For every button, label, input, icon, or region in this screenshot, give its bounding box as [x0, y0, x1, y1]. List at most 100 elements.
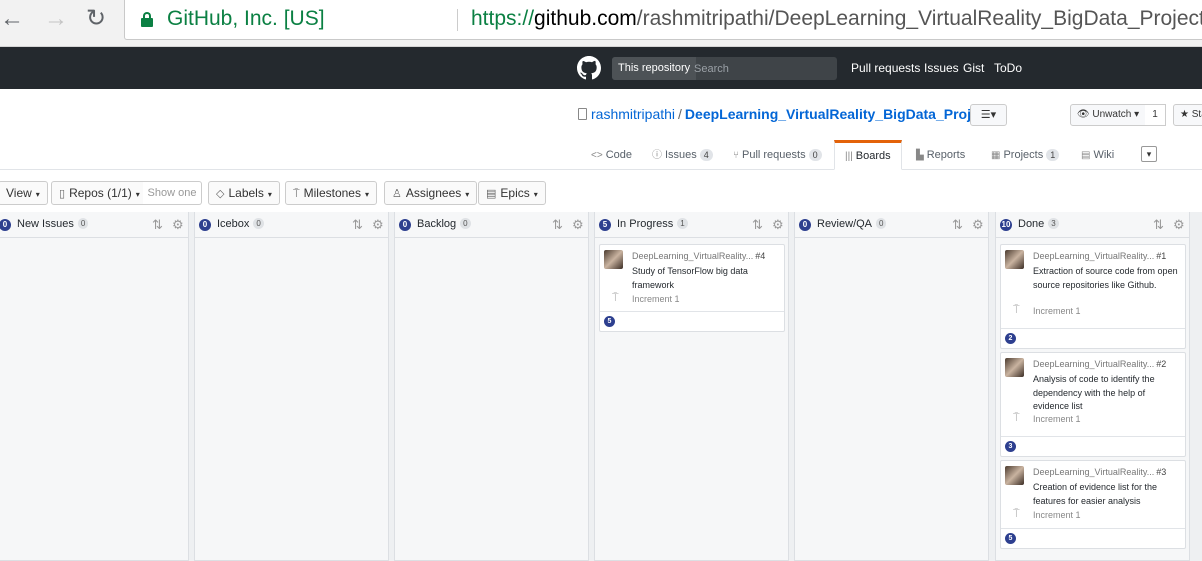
column-header[interactable]: 0 Review/QA 0 ⇅ ⚙ [795, 212, 988, 238]
column-title: Review/QA [817, 218, 873, 230]
sort-icon[interactable]: ⇅ [352, 217, 363, 233]
gear-icon[interactable]: ⚙ [172, 217, 184, 233]
repos-dropdown[interactable]: ▯ Repos (1/1) ▾ [51, 181, 144, 205]
tab-code[interactable]: <> Code [591, 140, 632, 170]
gear-icon[interactable]: ⚙ [972, 217, 984, 233]
sort-icon[interactable]: ⇅ [752, 217, 763, 233]
column-title: Icebox [217, 218, 250, 230]
sort-icon[interactable]: ⇅ [152, 217, 163, 233]
column-header[interactable]: 5 In Progress 1 ⇅ ⚙ [595, 212, 788, 238]
back-button[interactable]: ← [0, 7, 24, 31]
column-title: In Progress [617, 218, 674, 230]
header-link-issues[interactable]: Issues [924, 61, 959, 75]
board-icon: ||| [845, 151, 853, 162]
card-issue-number: #1 [1156, 251, 1167, 261]
card-footer: 5 [600, 311, 784, 331]
card-title[interactable]: Study of TensorFlow big data framework [632, 265, 777, 292]
search-scope-label[interactable]: This repository [612, 57, 697, 80]
watch-count[interactable]: 1 [1145, 104, 1166, 126]
avatar[interactable] [604, 250, 623, 269]
milestones-dropdown[interactable]: ⍑ Milestones ▾ [285, 181, 377, 205]
card-footer: 2 [1001, 328, 1185, 348]
column-issue-count: 1 [677, 218, 688, 229]
gear-icon[interactable]: ⚙ [772, 217, 784, 233]
column-header[interactable]: 0 Icebox 0 ⇅ ⚙ [195, 212, 388, 238]
issue-card[interactable]: DeepLearning_VirtualReality... #2 Analysis… [1000, 352, 1186, 457]
tab-pull-requests[interactable]: ⑂ Pull requests 0 [733, 140, 822, 170]
unwatch-button[interactable]: 👁 Unwatch ▾ [1070, 104, 1146, 126]
card-title[interactable]: Creation of evidence list for the featur… [1033, 481, 1178, 508]
code-icon: <> [591, 150, 603, 161]
tab-projects[interactable]: ▦ Projects 1 [991, 140, 1060, 170]
column-header[interactable]: 0 New Issues 0 ⇅ ⚙ [0, 212, 188, 238]
card-title[interactable]: Analysis of code to identify the depende… [1033, 373, 1178, 414]
repo-owner-link[interactable]: rashmitripathi [591, 106, 675, 122]
estimate-badge[interactable]: 5 [1005, 533, 1016, 544]
issues-count: 4 [699, 149, 713, 161]
column-points-badge: 0 [0, 219, 11, 231]
graph-icon: ▙ [916, 150, 924, 161]
gear-icon[interactable]: ⚙ [372, 217, 384, 233]
card-milestone[interactable]: Increment 1 [1033, 510, 1081, 520]
avatar[interactable] [1005, 466, 1024, 485]
tab-wiki[interactable]: ▤ Wiki [1081, 140, 1114, 170]
header-link-todo[interactable]: ToDo [994, 61, 1022, 75]
issue-card[interactable]: DeepLearning_VirtualReality... #3 Creation… [1000, 460, 1186, 549]
estimate-badge[interactable]: 3 [1005, 441, 1016, 452]
assignees-dropdown[interactable]: ♙ Assignees ▾ [384, 181, 478, 205]
estimate-badge[interactable]: 5 [604, 316, 615, 327]
issue-card[interactable]: DeepLearning_VirtualReality... #4 Study of… [599, 244, 785, 332]
show-one-button[interactable]: Show one [143, 181, 202, 205]
estimate-badge[interactable]: 2 [1005, 333, 1016, 344]
repo-nav: <> Code ⓘ Issues 4 ⑂ Pull requests 0 ||| Board… [0, 140, 1202, 170]
gear-icon[interactable]: ⚙ [1173, 217, 1185, 233]
column-title: Done [1018, 218, 1045, 230]
reload-button[interactable]: ↻ [86, 7, 106, 31]
star-button[interactable]: ★ Sta [1173, 104, 1202, 126]
card-milestone[interactable]: Increment 1 [1033, 306, 1081, 316]
github-logo-icon[interactable] [577, 56, 601, 80]
github-header: This repository Pull requests Issues Gis… [0, 47, 1202, 89]
repo-icon: ▯ [59, 188, 66, 200]
tab-issues[interactable]: ⓘ Issues 4 [652, 140, 713, 170]
card-title[interactable]: Extraction of source code from open sour… [1033, 265, 1178, 292]
caret-down-icon: ▾ [135, 190, 140, 199]
issue-card[interactable]: DeepLearning_VirtualReality... #1 Extracti… [1000, 244, 1186, 349]
column-header[interactable]: 0 Backlog 0 ⇅ ⚙ [395, 212, 588, 238]
url-text[interactable]: https://github.com/rashmitripathi/DeepLe… [471, 0, 1202, 38]
column-points-badge: 0 [199, 219, 211, 231]
board-column: 10 Done 3 ⇅ ⚙ DeepLearning_VirtualReality... #… [995, 212, 1190, 561]
repo-path-separator: / [678, 106, 682, 122]
card-repo-name: DeepLearning_VirtualReality... [1033, 359, 1155, 369]
chevron-down-icon[interactable]: ▾ [1141, 146, 1157, 162]
milestone-icon: ⍑ [612, 292, 619, 304]
card-issue-number: #4 [755, 251, 766, 261]
address-bar[interactable]: GitHub, Inc. [US] https://github.com/ras… [124, 0, 1202, 40]
view-dropdown[interactable]: View ▾ [0, 181, 48, 205]
epics-dropdown[interactable]: ▤ Epics ▾ [478, 181, 546, 205]
tab-reports[interactable]: ▙ Reports [916, 140, 965, 170]
zenhub-menu-button[interactable]: ☰▾ [970, 104, 1007, 126]
ev-certificate-name[interactable]: GitHub, Inc. [US] [167, 0, 325, 38]
sort-icon[interactable]: ⇅ [952, 217, 963, 233]
header-link-pull-requests[interactable]: Pull requests [851, 61, 920, 75]
milestone-icon: ⍑ [1013, 508, 1020, 520]
header-link-gist[interactable]: Gist [963, 61, 984, 75]
milestone-icon: ⍑ [1013, 412, 1020, 424]
gear-icon[interactable]: ⚙ [572, 217, 584, 233]
repo-name-link[interactable]: DeepLearning_VirtualReality_BigData_Proj… [685, 106, 991, 122]
column-header[interactable]: 10 Done 3 ⇅ ⚙ [996, 212, 1189, 238]
sort-icon[interactable]: ⇅ [552, 217, 563, 233]
tab-boards[interactable]: ||| Boards [834, 140, 902, 170]
avatar[interactable] [1005, 250, 1024, 269]
caret-down-icon: ▾ [533, 190, 538, 199]
forward-button[interactable]: → [44, 7, 68, 31]
repo-title: rashmitripathi / DeepLearning_VirtualReali… [578, 106, 991, 122]
labels-dropdown[interactable]: ◇ Labels ▾ [208, 181, 280, 205]
avatar[interactable] [1005, 358, 1024, 377]
sort-icon[interactable]: ⇅ [1153, 217, 1164, 233]
card-milestone[interactable]: Increment 1 [1033, 414, 1081, 424]
caret-down-icon: ▾ [465, 190, 470, 199]
search-input[interactable] [690, 57, 837, 80]
card-milestone[interactable]: Increment 1 [632, 294, 680, 304]
